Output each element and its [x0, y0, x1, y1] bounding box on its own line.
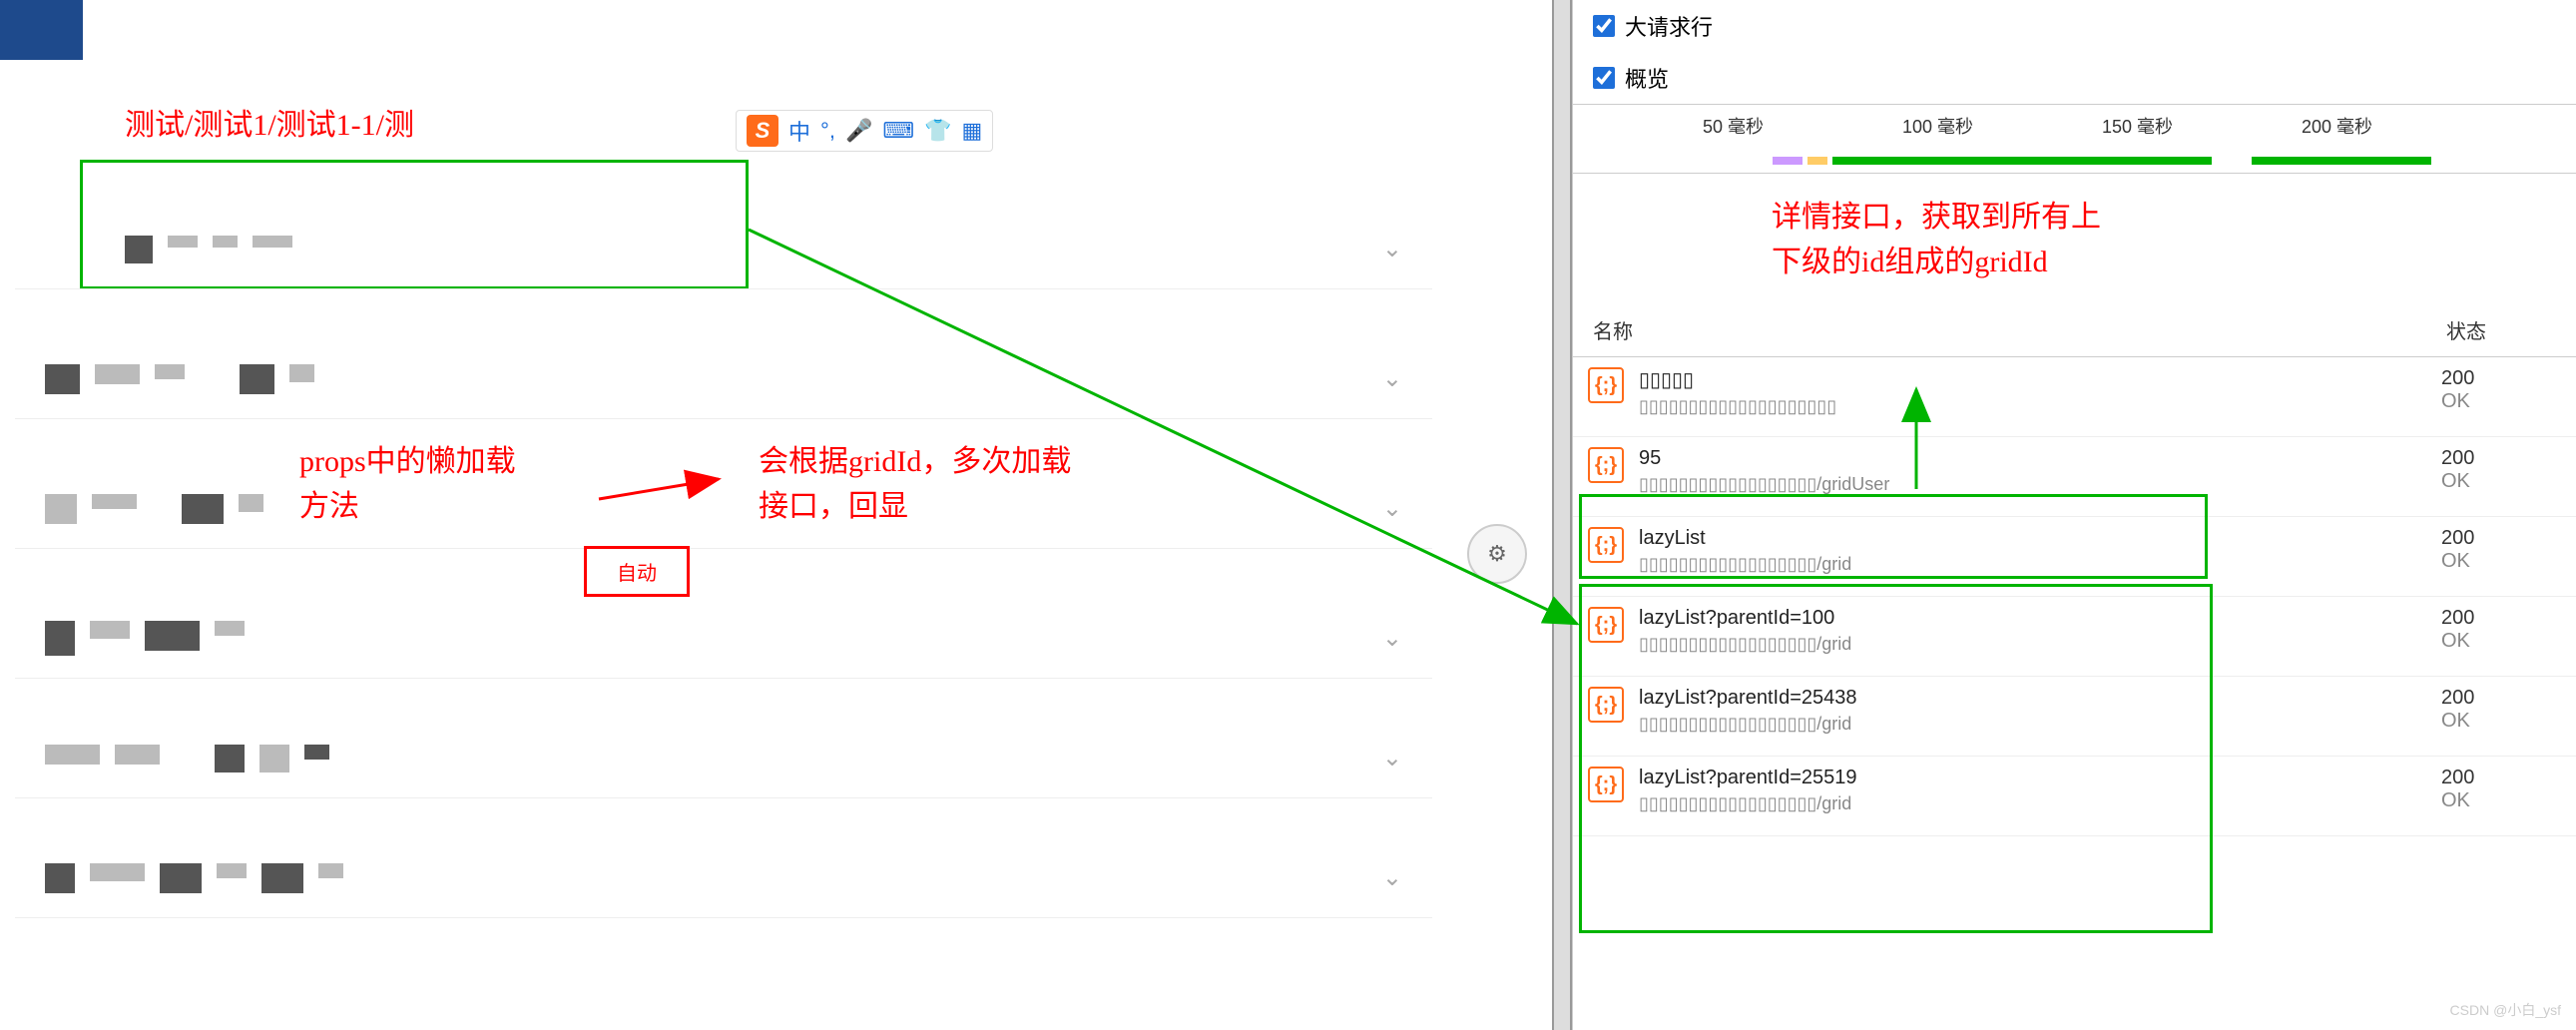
devtools-panel: 大请求行 概览 50 毫秒 100 毫秒 150 毫秒 200 毫秒 名称 状态…	[1572, 0, 2576, 1030]
request-status: 200 OK	[2441, 767, 2561, 812]
network-row[interactable]: {;} lazyList ▯▯▯▯▯▯▯▯▯▯▯▯▯▯▯▯▯▯/grid 200…	[1573, 517, 2576, 597]
timeline-overview[interactable]: 50 毫秒 100 毫秒 150 毫秒 200 毫秒	[1573, 104, 2576, 174]
request-name: lazyList?parentId=100	[1639, 607, 2441, 630]
request-status: 200 OK	[2441, 607, 2561, 653]
ime-toolbar[interactable]: S 中 °, 🎤 ⌨ 👕 ▦	[736, 110, 993, 152]
checkbox-input[interactable]	[1593, 15, 1615, 37]
request-status: 200 OK	[2441, 687, 2561, 733]
form-row-6[interactable]: ⌄	[15, 838, 1432, 918]
json-icon: {;}	[1588, 527, 1624, 563]
top-bar-segment	[0, 0, 83, 60]
annotation-detail-api: 详情接口，获取到所有上下级的id组成的gridId	[1772, 195, 2101, 284]
ime-grid-icon[interactable]: ▦	[962, 118, 983, 144]
checkbox-label: 大请求行	[1625, 10, 1713, 42]
timeline-tick: 200 毫秒	[2302, 113, 2372, 139]
timeline-tick: 150 毫秒	[2102, 113, 2173, 139]
annotation-auto-box: 自动	[584, 546, 690, 597]
column-status[interactable]: 状态	[2436, 303, 2576, 356]
network-row[interactable]: {;} lazyList?parentId=25438 ▯▯▯▯▯▯▯▯▯▯▯▯…	[1573, 677, 2576, 757]
request-name: ▯▯▯▯▯	[1639, 367, 2441, 392]
json-icon: {;}	[1588, 687, 1624, 723]
request-name: 95	[1639, 447, 2441, 470]
form-row-2[interactable]: ⌄	[15, 339, 1432, 419]
request-url: ▯▯▯▯▯▯▯▯▯▯▯▯▯▯▯▯▯▯/gridUser	[1639, 474, 2441, 495]
column-name[interactable]: 名称	[1573, 303, 2436, 356]
ime-shirt-icon[interactable]: 👕	[924, 118, 951, 144]
form-row-1[interactable]: ⌄	[15, 210, 1432, 289]
network-row[interactable]: {;} lazyList?parentId=25519 ▯▯▯▯▯▯▯▯▯▯▯▯…	[1573, 757, 2576, 836]
breadcrumb-annotation: 测试/测试1/测试1-1/测	[125, 100, 414, 144]
request-status: 200 OK	[2441, 367, 2561, 413]
json-icon: {;}	[1588, 607, 1624, 643]
request-status: 200 OK	[2441, 527, 2561, 573]
timeline-bar	[1773, 157, 1803, 165]
network-row[interactable]: {;} lazyList?parentId=100 ▯▯▯▯▯▯▯▯▯▯▯▯▯▯…	[1573, 597, 2576, 677]
json-icon: {;}	[1588, 447, 1624, 483]
json-icon: {;}	[1588, 367, 1624, 403]
annotation-gridid: 会根据gridId，多次加载接口，回显	[759, 439, 1071, 529]
request-url: ▯▯▯▯▯▯▯▯▯▯▯▯▯▯▯▯▯▯/grid	[1639, 554, 2441, 575]
form-row-4[interactable]: ⌄	[15, 599, 1432, 679]
json-icon: {;}	[1588, 767, 1624, 802]
panel-divider[interactable]	[1552, 0, 1572, 1030]
timeline-bar	[1832, 157, 2212, 165]
watermark: CSDN @小白_ysf	[2450, 1000, 2561, 1020]
ime-punct-icon[interactable]: °,	[820, 118, 835, 144]
ime-keyboard-icon[interactable]: ⌨	[882, 118, 914, 144]
timeline-bar	[2252, 157, 2431, 165]
request-name: lazyList	[1639, 527, 2441, 550]
request-status: 200 OK	[2441, 447, 2561, 493]
request-name: lazyList?parentId=25438	[1639, 687, 2441, 710]
ime-mic-icon[interactable]: 🎤	[845, 118, 872, 144]
chevron-down-icon[interactable]: ⌄	[1382, 744, 1402, 772]
request-name: lazyList?parentId=25519	[1639, 767, 2441, 789]
ime-logo-icon: S	[747, 115, 778, 147]
ime-lang[interactable]: 中	[788, 115, 810, 147]
request-url: ▯▯▯▯▯▯▯▯▯▯▯▯▯▯▯▯▯▯/grid	[1639, 634, 2441, 655]
checkbox-large-rows[interactable]: 大请求行	[1573, 0, 2576, 52]
form-row-3[interactable]: ⌄	[15, 469, 1432, 549]
annotation-props: props中的懒加载方法	[299, 439, 516, 529]
chevron-down-icon[interactable]: ⌄	[1382, 624, 1402, 653]
chevron-down-icon[interactable]: ⌄	[1382, 494, 1402, 523]
modal-body: 测试/测试1/测试1-1/测 S 中 °, 🎤 ⌨ 👕 ▦ ⌄	[0, 60, 1452, 1028]
request-url: ▯▯▯▯▯▯▯▯▯▯▯▯▯▯▯▯▯▯/grid	[1639, 793, 2441, 814]
network-row[interactable]: {;} 95 ▯▯▯▯▯▯▯▯▯▯▯▯▯▯▯▯▯▯/gridUser 200 O…	[1573, 437, 2576, 517]
checkbox-overview[interactable]: 概览	[1573, 52, 2576, 104]
checkbox-label: 概览	[1625, 62, 1669, 94]
request-url: ▯▯▯▯▯▯▯▯▯▯▯▯▯▯▯▯▯▯▯▯	[1639, 396, 2441, 417]
timeline-tick: 50 毫秒	[1703, 113, 1764, 139]
timeline-tick: 100 毫秒	[1902, 113, 1973, 139]
chevron-down-icon[interactable]: ⌄	[1382, 235, 1402, 263]
form-panel: × 测试/测试1/测试1-1/测 S 中 °, 🎤 ⌨ 👕 ▦ ⌄	[0, 0, 1452, 1030]
checkbox-input[interactable]	[1593, 67, 1615, 89]
filter-button[interactable]: ⚙	[1467, 524, 1527, 584]
network-header: 名称 状态	[1573, 303, 2576, 357]
chevron-down-icon[interactable]: ⌄	[1382, 863, 1402, 892]
form-row-5[interactable]: ⌄	[15, 719, 1432, 798]
chevron-down-icon[interactable]: ⌄	[1382, 364, 1402, 393]
request-url: ▯▯▯▯▯▯▯▯▯▯▯▯▯▯▯▯▯▯/grid	[1639, 714, 2441, 735]
timeline-bar	[1807, 157, 1827, 165]
network-row[interactable]: {;} ▯▯▯▯▯ ▯▯▯▯▯▯▯▯▯▯▯▯▯▯▯▯▯▯▯▯ 200 OK	[1573, 357, 2576, 437]
